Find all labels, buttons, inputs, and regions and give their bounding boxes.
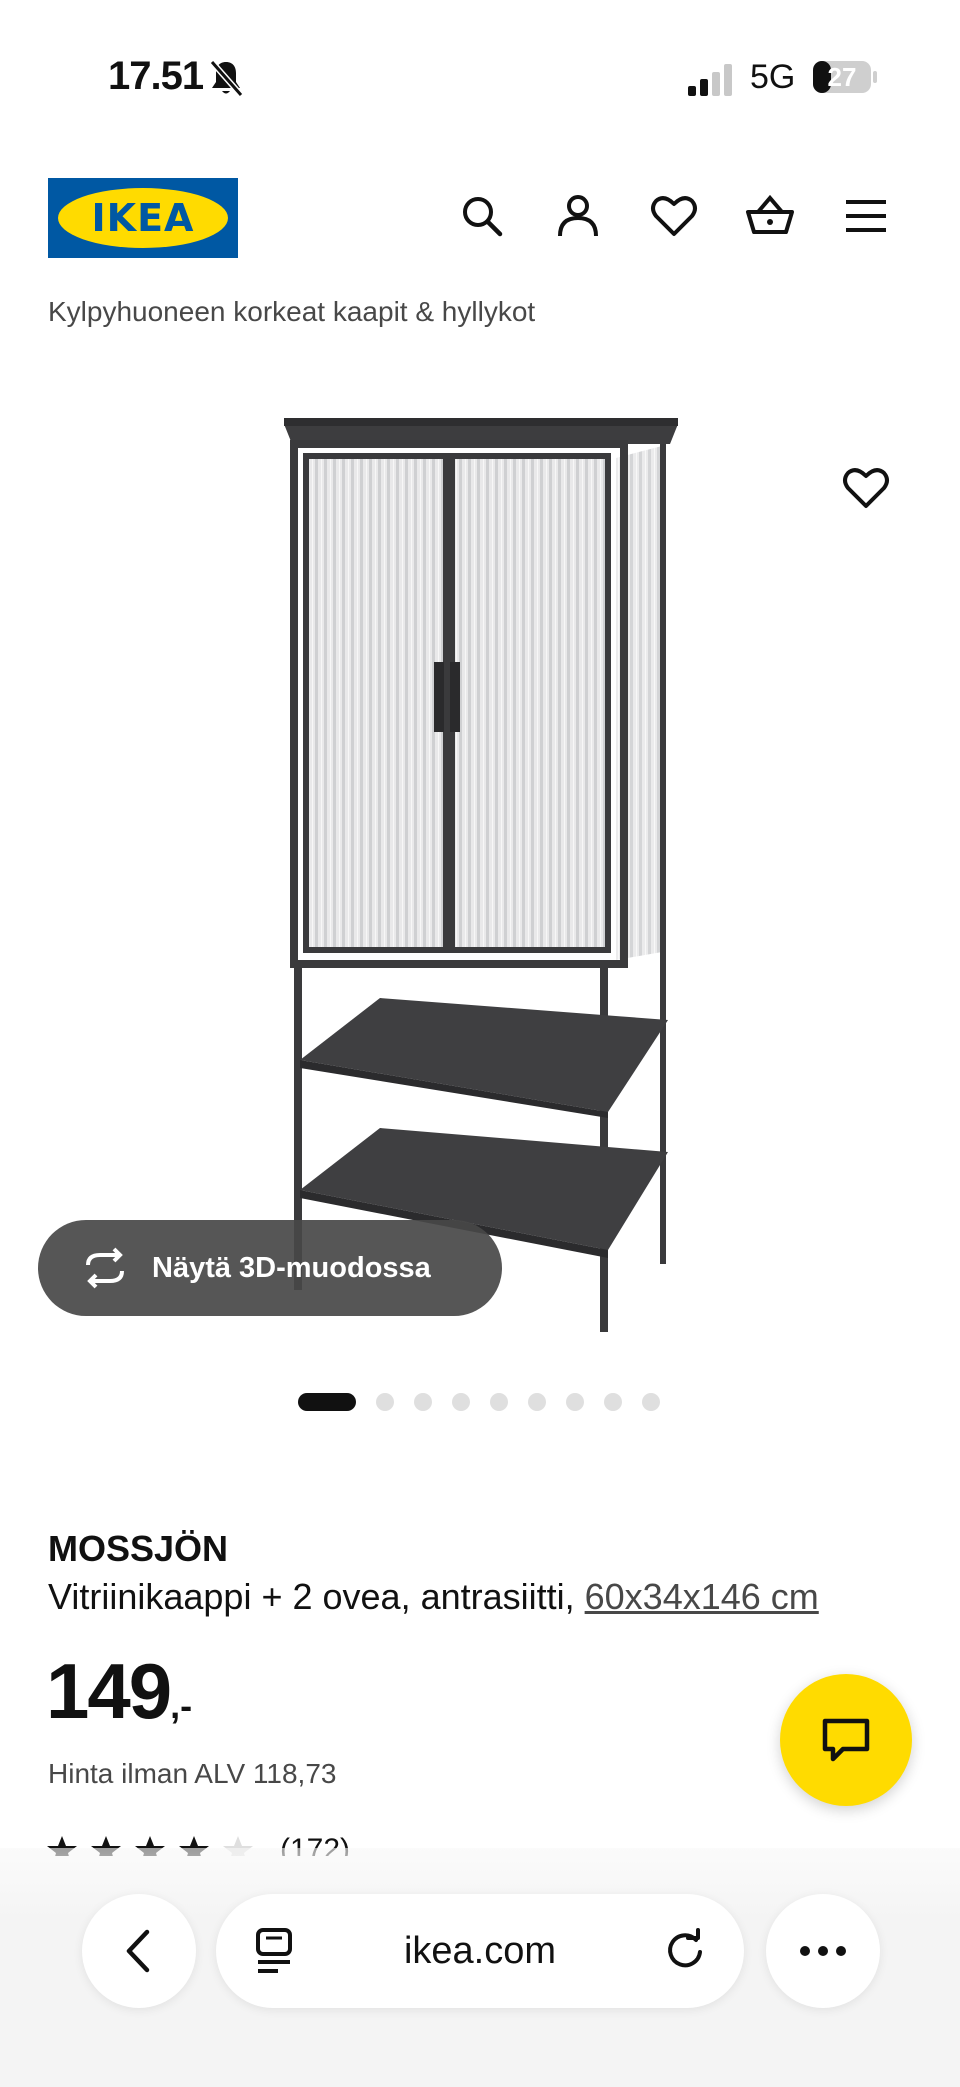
gallery-pagination	[298, 1392, 660, 1412]
wishlist-icon[interactable]	[648, 190, 700, 242]
price-without-vat: Hinta ilman ALV 118,73	[48, 1758, 337, 1789]
reload-icon[interactable]	[662, 1928, 708, 1974]
gallery-dot[interactable]	[298, 1393, 356, 1411]
product-dimensions-link[interactable]: 60x34x146 cm	[585, 1576, 819, 1617]
rotate-3d-icon	[86, 1247, 124, 1289]
signal-icon	[688, 64, 732, 96]
url-text: ikea.com	[403, 1929, 557, 1972]
breadcrumb[interactable]: Kylpyhuoneen korkeat kaapit & hyllykot	[48, 296, 535, 330]
address-bar[interactable]: ikea.com	[216, 1894, 744, 2008]
gallery-dot[interactable]	[528, 1393, 546, 1411]
chat-button[interactable]	[780, 1674, 912, 1806]
basket-icon[interactable]	[744, 190, 796, 242]
gallery-dot[interactable]	[566, 1393, 584, 1411]
more-options-button[interactable]	[766, 1894, 880, 2008]
network-label: 5G	[750, 58, 796, 96]
bell-muted-icon	[209, 60, 244, 97]
chat-icon	[822, 1718, 870, 1762]
product-page: 17.51 5G 27 IKEA Kylpyhuoneen korkeat ka…	[0, 0, 960, 2087]
search-icon[interactable]	[456, 190, 508, 242]
product-image[interactable]	[270, 400, 690, 1340]
reader-mode-icon[interactable]	[252, 1926, 300, 1976]
product-price: 149,-	[46, 1652, 192, 1730]
gallery-dot[interactable]	[414, 1393, 432, 1411]
status-bar: 17.51 5G 27	[0, 0, 960, 150]
status-time: 17.51	[108, 54, 204, 98]
product-name: MOSSJÖN	[48, 1528, 229, 1569]
chevron-left-icon	[126, 1929, 150, 1973]
back-button[interactable]	[82, 1894, 196, 2008]
product-description: Vitriinikaappi + 2 ovea, antrasiitti, 60…	[48, 1576, 819, 1618]
gallery-dot[interactable]	[604, 1393, 622, 1411]
view-3d-label: Näytä 3D-muodossa	[152, 1251, 431, 1284]
account-icon[interactable]	[552, 190, 604, 242]
product-type: Vitriinikaappi + 2 ovea, antrasiitti,	[48, 1576, 585, 1617]
ikea-logo[interactable]: IKEA	[48, 178, 238, 258]
logo-text: IKEA	[91, 196, 195, 240]
menu-icon[interactable]	[840, 190, 892, 242]
gallery-dot[interactable]	[376, 1393, 394, 1411]
gallery-dot[interactable]	[452, 1393, 470, 1411]
add-to-wishlist-icon[interactable]	[840, 462, 892, 514]
price-suffix: ,-	[170, 1685, 193, 1726]
view-3d-button[interactable]: Näytä 3D-muodossa	[38, 1220, 502, 1316]
ellipsis-icon	[800, 1946, 846, 1956]
gallery-dot[interactable]	[642, 1393, 660, 1411]
battery-level: 27	[827, 62, 857, 92]
price-value: 149	[46, 1647, 172, 1735]
gallery-dot[interactable]	[490, 1393, 508, 1411]
